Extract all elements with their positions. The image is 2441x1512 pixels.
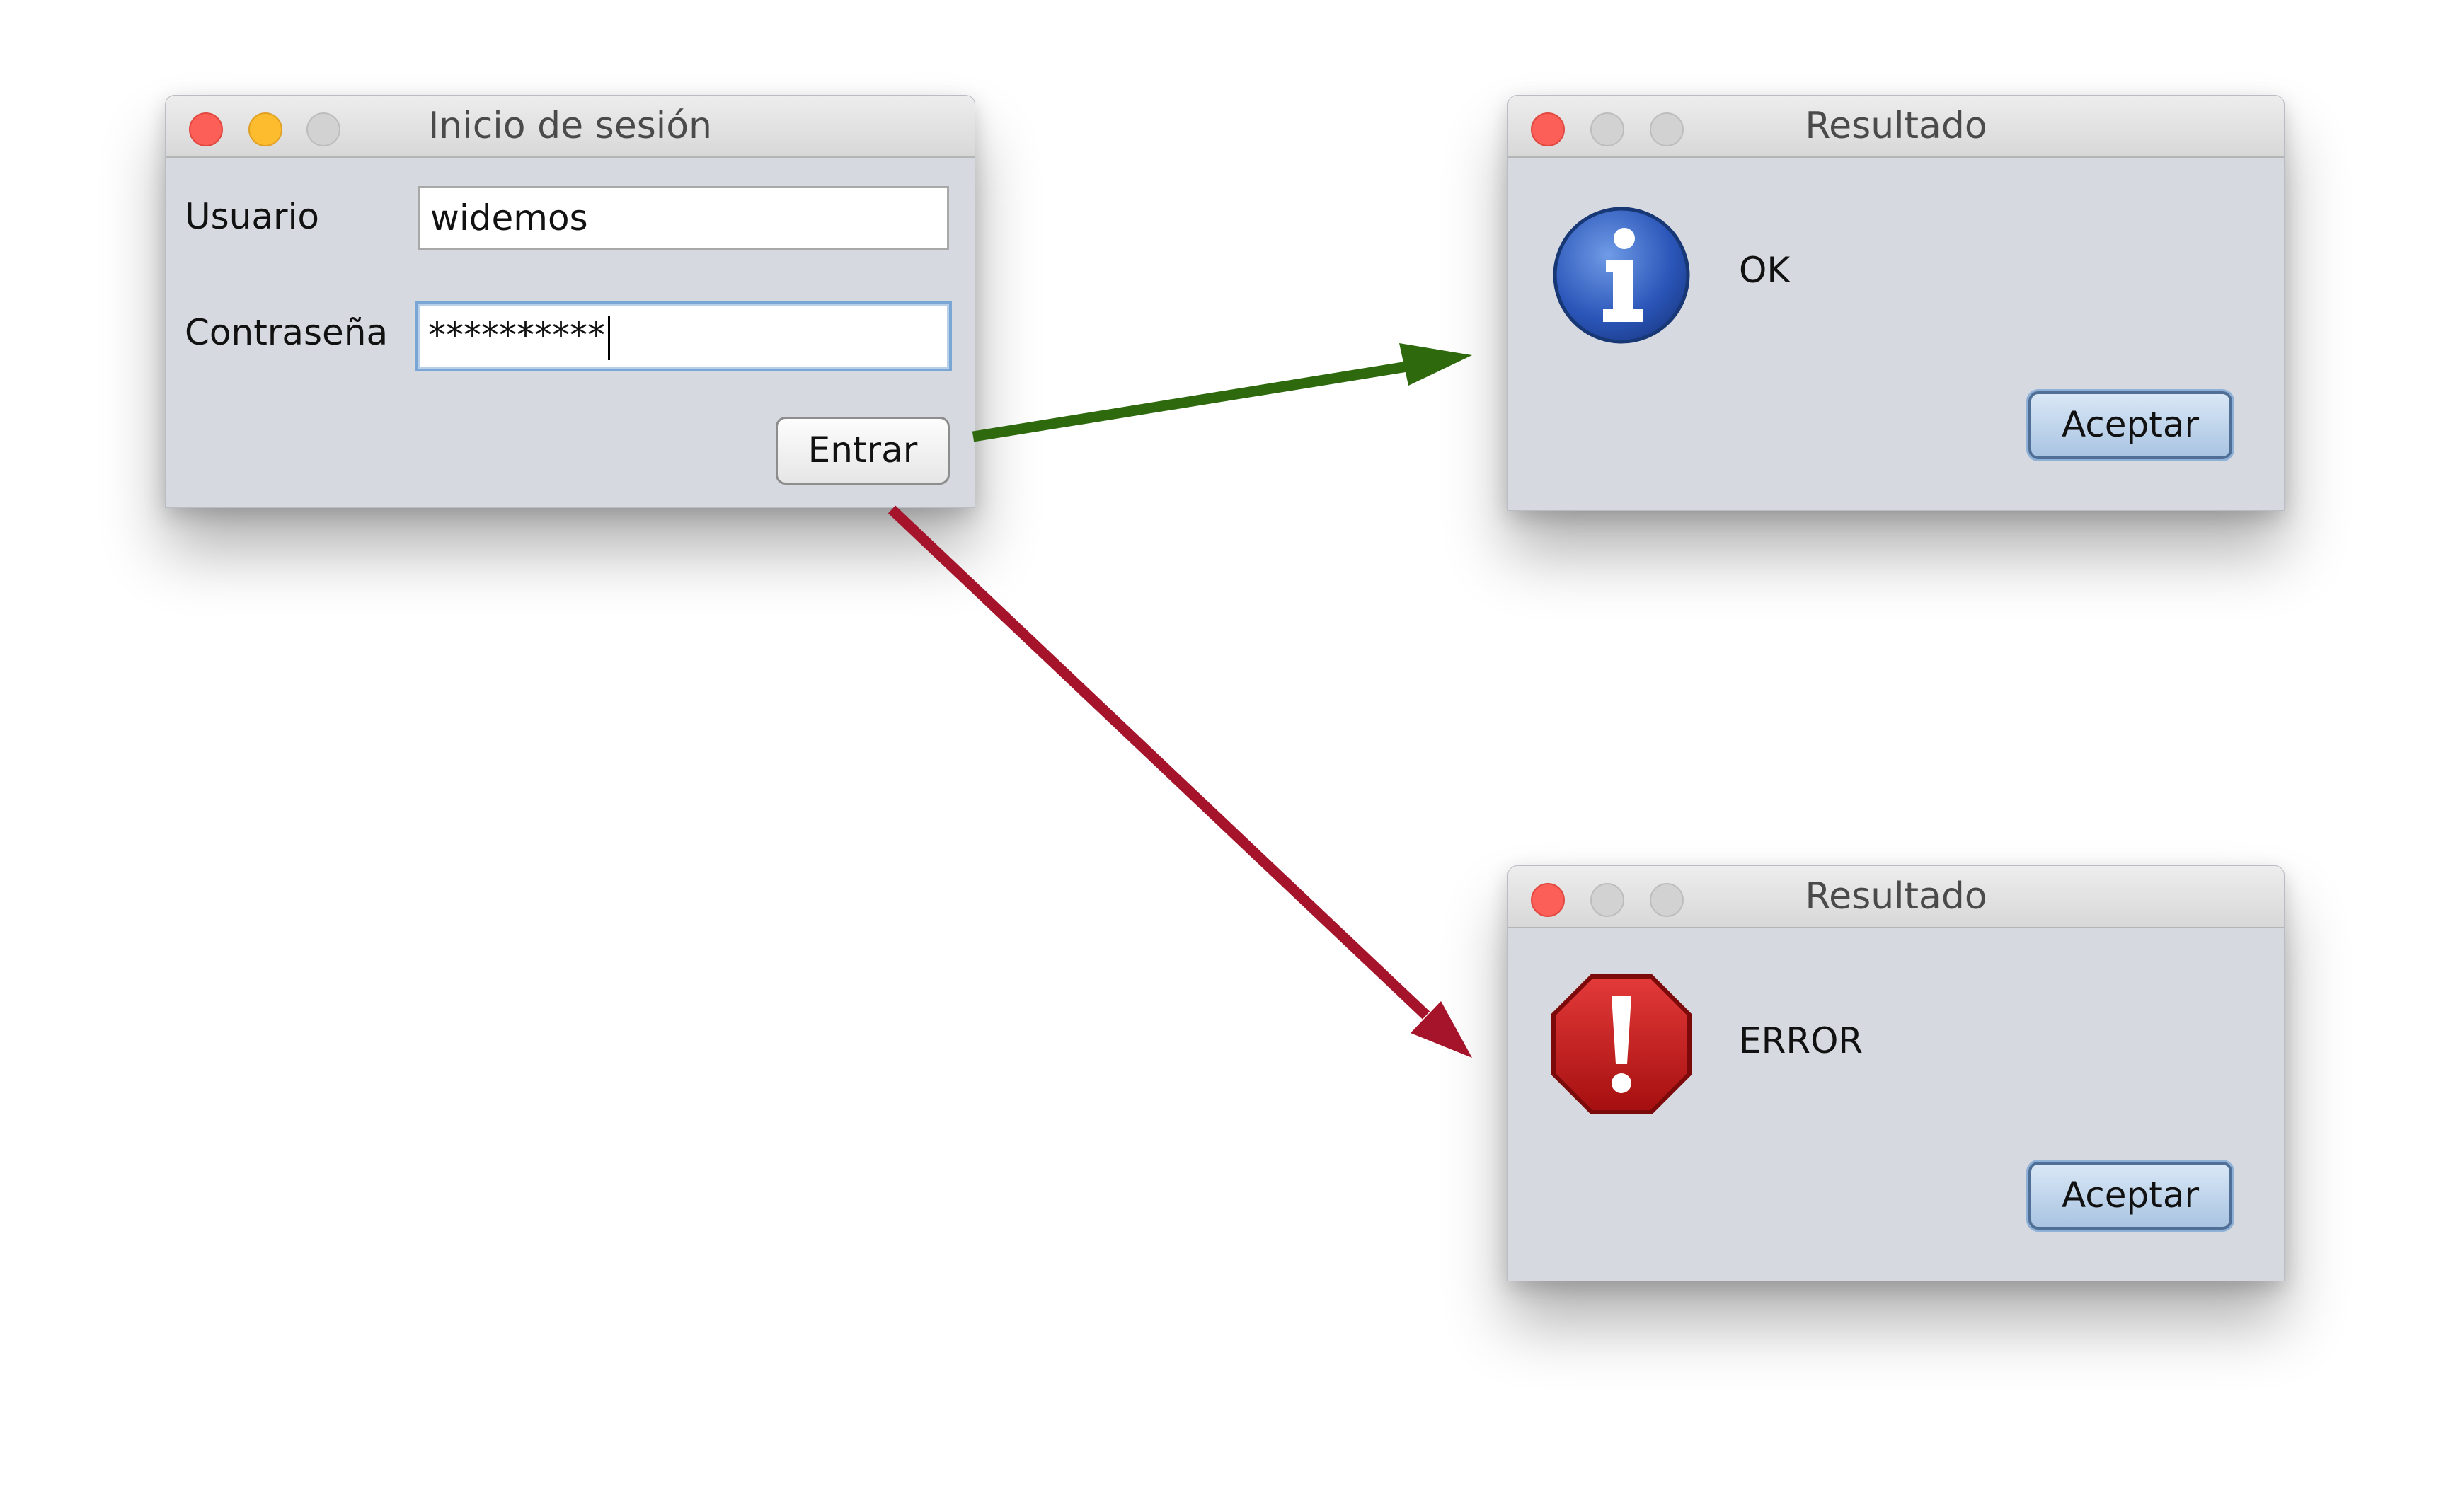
- error-dialog: Resultado ERROR Aceptar: [1507, 865, 2285, 1281]
- error-titlebar[interactable]: Resultado: [1508, 866, 2284, 928]
- info-icon: [1553, 207, 1690, 344]
- password-input[interactable]: **********: [415, 301, 952, 371]
- success-dialog: Resultado OK Aceptar: [1507, 95, 2285, 511]
- login-title: Inicio de sesión: [427, 105, 713, 147]
- user-input[interactable]: widemos: [418, 186, 949, 250]
- login-window: Inicio de sesión Usuario widemos Contras…: [165, 95, 975, 508]
- accept-button[interactable]: Aceptar: [2028, 1162, 2232, 1230]
- success-arrow: [972, 343, 1472, 442]
- error-message: ERROR: [1739, 1020, 1863, 1061]
- error-title: Resultado: [1805, 875, 1987, 918]
- success-title: Resultado: [1805, 105, 1987, 147]
- user-label: Usuario: [185, 196, 320, 237]
- error-icon: [1551, 974, 1692, 1114]
- login-titlebar[interactable]: Inicio de sesión: [166, 96, 975, 158]
- password-value: **********: [428, 315, 605, 356]
- password-label: Contraseña: [185, 312, 389, 353]
- success-message: OK: [1739, 250, 1791, 291]
- success-titlebar[interactable]: Resultado: [1508, 96, 2284, 158]
- error-arrow: [888, 505, 1472, 1058]
- text-caret: [608, 316, 610, 360]
- submit-button[interactable]: Entrar: [776, 417, 950, 485]
- accept-button[interactable]: Aceptar: [2028, 391, 2232, 459]
